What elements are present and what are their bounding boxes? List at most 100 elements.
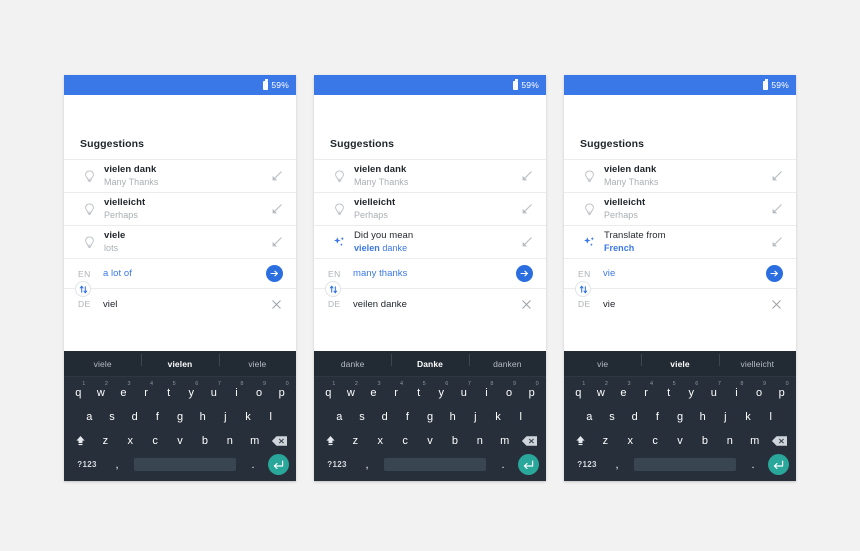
arrow-down-left-icon[interactable] xyxy=(519,203,533,215)
key-y[interactable]: y6 xyxy=(180,381,203,403)
key-u[interactable]: u7 xyxy=(703,381,726,403)
key-m[interactable]: m xyxy=(742,430,767,451)
key-q[interactable]: q1 xyxy=(317,381,340,403)
key-t[interactable]: t5 xyxy=(657,381,680,403)
key-g[interactable]: g xyxy=(419,406,442,427)
keyboard-suggestion-item[interactable]: vielen xyxy=(141,353,218,369)
shift-icon[interactable] xyxy=(568,430,593,451)
key-b[interactable]: b xyxy=(692,430,717,451)
key-g[interactable]: g xyxy=(169,406,192,427)
key-period[interactable]: . xyxy=(242,454,264,475)
key-i[interactable]: i8 xyxy=(225,381,248,403)
key-h[interactable]: h xyxy=(691,406,714,427)
close-icon[interactable] xyxy=(519,297,533,311)
key-d[interactable]: d xyxy=(623,406,646,427)
symbols-key[interactable]: ?123 xyxy=(320,454,354,475)
arrow-down-left-icon[interactable] xyxy=(769,170,783,182)
key-v[interactable]: v xyxy=(418,430,443,451)
space-key[interactable] xyxy=(134,458,236,471)
key-u[interactable]: u7 xyxy=(453,381,476,403)
keyboard-suggestion-item[interactable]: vie xyxy=(564,359,641,369)
key-n[interactable]: n xyxy=(217,430,242,451)
arrow-down-left-icon[interactable] xyxy=(269,203,283,215)
send-button[interactable] xyxy=(766,265,783,282)
source-text-input[interactable]: vie xyxy=(598,268,766,279)
key-j[interactable]: j xyxy=(714,406,737,427)
key-j[interactable]: j xyxy=(464,406,487,427)
close-icon[interactable] xyxy=(769,297,783,311)
key-period[interactable]: . xyxy=(492,454,514,475)
space-key[interactable] xyxy=(634,458,736,471)
key-y[interactable]: y6 xyxy=(430,381,453,403)
key-t[interactable]: t5 xyxy=(407,381,430,403)
key-x[interactable]: x xyxy=(618,430,643,451)
key-p[interactable]: p0 xyxy=(520,381,543,403)
key-c[interactable]: c xyxy=(393,430,418,451)
send-button[interactable] xyxy=(266,265,283,282)
key-s[interactable]: s xyxy=(101,406,124,427)
key-v[interactable]: v xyxy=(168,430,193,451)
key-a[interactable]: a xyxy=(328,406,351,427)
key-k[interactable]: k xyxy=(737,406,760,427)
suggestion-row[interactable]: vielleicht Perhaps xyxy=(64,192,296,225)
key-s[interactable]: s xyxy=(351,406,374,427)
key-x[interactable]: x xyxy=(368,430,393,451)
key-c[interactable]: c xyxy=(643,430,668,451)
key-z[interactable]: z xyxy=(343,430,368,451)
backspace-icon[interactable] xyxy=(267,430,292,451)
key-t[interactable]: t5 xyxy=(157,381,180,403)
arrow-down-left-icon[interactable] xyxy=(769,236,783,248)
key-a[interactable]: a xyxy=(78,406,101,427)
suggestion-row[interactable]: vielen dank Many Thanks xyxy=(64,159,296,192)
key-z[interactable]: z xyxy=(593,430,618,451)
keyboard-suggestion-item[interactable]: Danke xyxy=(391,353,468,369)
suggestion-row[interactable]: vielleicht Perhaps xyxy=(564,192,796,225)
key-w[interactable]: w2 xyxy=(90,381,113,403)
key-l[interactable]: l xyxy=(259,406,282,427)
keyboard-suggestion-item[interactable]: viele xyxy=(218,353,296,369)
key-comma[interactable]: , xyxy=(606,454,628,475)
key-j[interactable]: j xyxy=(214,406,237,427)
key-m[interactable]: m xyxy=(492,430,517,451)
key-d[interactable]: d xyxy=(373,406,396,427)
key-c[interactable]: c xyxy=(143,430,168,451)
space-key[interactable] xyxy=(384,458,486,471)
swap-vertical-icon[interactable] xyxy=(75,281,91,297)
enter-key[interactable] xyxy=(266,454,290,475)
arrow-down-left-icon[interactable] xyxy=(269,236,283,248)
arrow-down-left-icon[interactable] xyxy=(269,170,283,182)
key-e[interactable]: e3 xyxy=(612,381,635,403)
key-e[interactable]: e3 xyxy=(112,381,135,403)
key-f[interactable]: f xyxy=(146,406,169,427)
target-text-input[interactable]: viel xyxy=(98,299,269,310)
key-u[interactable]: u7 xyxy=(203,381,226,403)
arrow-down-left-icon[interactable] xyxy=(519,170,533,182)
source-text-input[interactable]: many thanks xyxy=(348,268,516,279)
key-o[interactable]: o9 xyxy=(498,381,521,403)
key-y[interactable]: y6 xyxy=(680,381,703,403)
shift-icon[interactable] xyxy=(318,430,343,451)
key-h[interactable]: h xyxy=(441,406,464,427)
keyboard-suggestion-item[interactable]: vielleicht xyxy=(718,353,796,369)
key-n[interactable]: n xyxy=(717,430,742,451)
send-button[interactable] xyxy=(516,265,533,282)
suggestion-row[interactable]: viele lots xyxy=(64,225,296,258)
backspace-icon[interactable] xyxy=(767,430,792,451)
key-k[interactable]: k xyxy=(237,406,260,427)
close-icon[interactable] xyxy=(269,297,283,311)
key-w[interactable]: w2 xyxy=(340,381,363,403)
key-l[interactable]: l xyxy=(509,406,532,427)
key-r[interactable]: r4 xyxy=(135,381,158,403)
key-l[interactable]: l xyxy=(759,406,782,427)
key-p[interactable]: p0 xyxy=(270,381,293,403)
key-z[interactable]: z xyxy=(93,430,118,451)
key-s[interactable]: s xyxy=(601,406,624,427)
symbols-key[interactable]: ?123 xyxy=(570,454,604,475)
key-w[interactable]: w2 xyxy=(590,381,613,403)
suggestion-row[interactable]: Translate from French xyxy=(564,225,796,258)
key-b[interactable]: b xyxy=(192,430,217,451)
keyboard-suggestion-item[interactable]: viele xyxy=(641,353,718,369)
target-text-input[interactable]: veilen danke xyxy=(348,299,519,310)
target-text-input[interactable]: vie xyxy=(598,299,769,310)
key-m[interactable]: m xyxy=(242,430,267,451)
